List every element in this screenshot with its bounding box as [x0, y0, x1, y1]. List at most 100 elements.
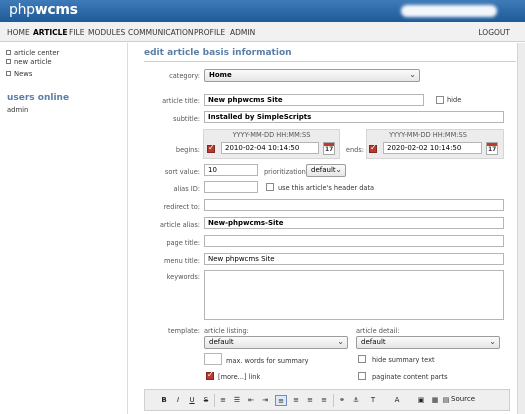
nav-modules[interactable]: MODULES — [88, 28, 125, 37]
article-alias-label: article alias: — [159, 221, 200, 229]
menu-title-input[interactable]: New phpwcms Site — [204, 253, 504, 265]
keywords-label: keywords: — [166, 273, 200, 281]
hide-summary-checkbox[interactable] — [358, 355, 366, 363]
anchor-icon[interactable]: ⚓ — [350, 395, 362, 406]
page-title-input[interactable] — [204, 235, 504, 247]
calendar-icon[interactable]: 17 — [323, 142, 335, 155]
sidebar-item-news[interactable]: News — [6, 70, 32, 78]
header-data-checkbox[interactable] — [266, 183, 274, 191]
nav-admin[interactable]: ADMIN — [230, 28, 255, 37]
sort-value-label: sort value: — [164, 168, 200, 176]
list-icon — [6, 70, 11, 76]
begins-input[interactable]: 2010-02-04 10:14:50 — [221, 142, 319, 154]
align-left-icon[interactable]: ≡ — [275, 395, 287, 406]
align-center-icon[interactable]: ≡ — [290, 395, 302, 406]
italic-button[interactable]: I — [172, 395, 184, 406]
prioritization-label: prioritization: — [264, 168, 309, 176]
menu-title-label: menu title: — [163, 257, 200, 265]
category-select[interactable]: Home ⌄ — [204, 69, 420, 82]
sidebar-item-new-article[interactable]: new article — [6, 58, 52, 66]
more-link-label: [more...] link — [218, 373, 261, 381]
sidebar-item-article-center[interactable]: article center — [6, 49, 59, 57]
prioritization-select[interactable]: default ⌄ — [306, 164, 346, 177]
alias-id-input[interactable] — [204, 181, 258, 193]
list-icon — [6, 49, 11, 55]
ends-format-hint: YYYY-MM-DD HH:MM:SS — [389, 131, 467, 139]
chevron-down-icon: ⌄ — [409, 70, 416, 79]
app-header: phpwcms — [0, 0, 525, 22]
keywords-textarea[interactable] — [204, 270, 504, 320]
article-alias-input[interactable]: New-phpwcms-Site — [204, 217, 504, 229]
article-detail-label: article detail: — [356, 327, 400, 335]
chevron-down-icon: ⌄ — [335, 165, 342, 174]
indent-icon[interactable]: ⇥ — [259, 395, 271, 406]
title-divider — [144, 61, 516, 62]
calendar-icon[interactable]: 17 — [486, 142, 498, 155]
bullet-list-icon[interactable]: ☰ — [231, 395, 243, 406]
category-value: Home — [209, 71, 232, 79]
main-nav: HOME ARTICLE FILE MODULES COMMUNICATION … — [0, 22, 525, 42]
toolbar-separator — [214, 394, 215, 407]
chevron-down-icon: ⌄ — [489, 337, 496, 346]
outdent-icon[interactable]: ⇤ — [245, 395, 257, 406]
link-icon[interactable]: ⚭ — [336, 395, 348, 406]
article-listing-select[interactable]: default ⌄ — [204, 336, 348, 349]
blurred-user-area — [401, 5, 497, 17]
sidebar-item-label: News — [14, 70, 33, 78]
ends-label: ends: — [345, 146, 364, 154]
color-icon[interactable]: A — [391, 395, 403, 406]
calendar-day: 17 — [488, 146, 497, 153]
style-icon[interactable]: T — [367, 395, 379, 406]
article-detail-select[interactable]: default ⌄ — [356, 336, 500, 349]
nav-home[interactable]: HOME — [7, 28, 30, 37]
image-icon[interactable]: ▣ — [415, 395, 427, 406]
bold-button[interactable]: B — [158, 395, 170, 406]
subtitle-label: subtitle: — [173, 115, 200, 123]
toolbar-separator — [333, 394, 334, 407]
max-words-label: max. words for summary — [226, 357, 309, 365]
template-label: template: — [168, 327, 200, 335]
logo-text-bold: wcms — [34, 2, 78, 18]
article-title-input[interactable]: New phpwcms Site — [204, 94, 424, 106]
underline-button[interactable]: U — [186, 395, 198, 406]
chevron-down-icon: ⌄ — [337, 337, 344, 346]
alias-id-label: alias ID: — [173, 185, 200, 193]
article-listing-label: article listing: — [204, 327, 249, 335]
editor-toolbar: B I U S ≡ ☰ ⇤ ⇥ ≡ ≡ ≡ ≡ ⚭ ⚓ T A ▣ ▦ ▤ So… — [144, 389, 510, 411]
redirect-label: redirect to: — [163, 203, 200, 211]
align-right-icon[interactable]: ≡ — [304, 395, 316, 406]
ends-checkbox[interactable] — [369, 143, 377, 153]
sort-value-input[interactable]: 10 — [204, 164, 258, 176]
ends-input[interactable]: 2020-02-02 10:14:50 — [383, 142, 482, 154]
begins-checkbox[interactable] — [207, 143, 215, 153]
logo-text-light: php — [9, 2, 35, 18]
app-logo[interactable]: phpwcms — [9, 2, 78, 18]
page-title-label: page title: — [166, 239, 200, 247]
article-detail-value: default — [361, 338, 386, 346]
nav-article[interactable]: ARTICLE — [33, 28, 68, 37]
nav-file[interactable]: FILE — [69, 28, 84, 37]
page-scrollbar[interactable] — [517, 43, 525, 414]
paginate-checkbox[interactable] — [358, 372, 366, 380]
begins-format-hint: YYYY-MM-DD HH:MM:SS — [232, 131, 311, 139]
nav-profile[interactable]: PROFILE — [194, 28, 225, 37]
subtitle-input[interactable]: Installed by SimpleScripts — [204, 111, 504, 123]
source-button[interactable]: Source — [451, 395, 475, 403]
redirect-input[interactable] — [204, 199, 504, 211]
paginate-label: paginate content parts — [372, 373, 448, 381]
strike-button[interactable]: S — [200, 395, 212, 406]
online-user: admin — [7, 106, 29, 114]
max-words-input[interactable] — [204, 353, 222, 365]
more-link-checkbox[interactable] — [206, 370, 214, 380]
calendar-day: 17 — [325, 146, 334, 153]
category-label: category: — [169, 72, 200, 80]
begins-label: begins: — [175, 146, 200, 154]
ordered-list-icon[interactable]: ≡ — [217, 395, 229, 406]
justify-icon[interactable]: ≡ — [318, 395, 330, 406]
hide-label: hide — [447, 96, 462, 104]
logout-link[interactable]: LOGOUT — [478, 28, 510, 37]
nav-communication[interactable]: COMMUNICATION — [128, 28, 194, 37]
hide-checkbox[interactable] — [436, 96, 444, 104]
page-title: edit article basis information — [144, 48, 292, 58]
users-online-title: users online — [7, 93, 70, 103]
